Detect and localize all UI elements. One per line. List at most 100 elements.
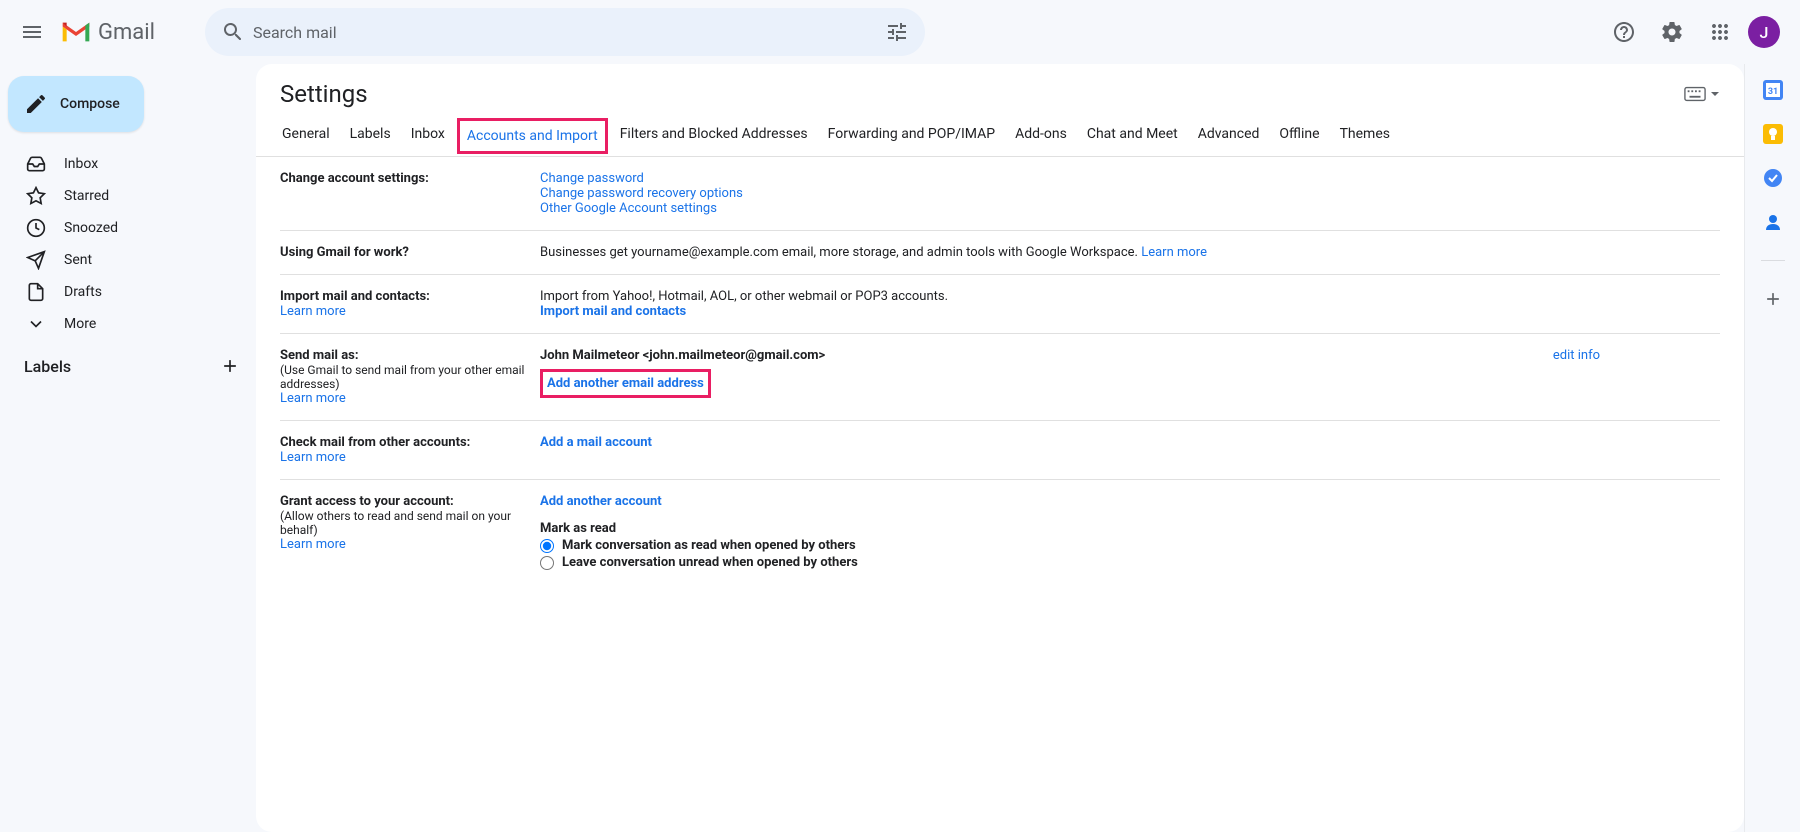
change-recovery-link[interactable]: Change password recovery options — [540, 186, 743, 201]
search-options-button[interactable] — [877, 12, 917, 52]
send-as-identity: John Mailmeteor <john.mailmeteor@gmail.c… — [540, 348, 825, 363]
nav-label: Snoozed — [64, 220, 118, 236]
page-title: Settings — [280, 80, 368, 108]
search-icon — [221, 20, 245, 44]
section-desc: (Use Gmail to send mail from your other … — [280, 363, 540, 391]
draft-icon — [26, 282, 46, 302]
gmail-logo-text: Gmail — [98, 20, 155, 45]
add-another-account-link[interactable]: Add another account — [540, 494, 662, 509]
keyboard-icon — [1684, 86, 1706, 102]
settings-tabs: General Labels Inbox Accounts and Import… — [256, 116, 1744, 157]
sidebar-item-drafts[interactable]: Drafts — [0, 276, 256, 308]
contacts-app-icon[interactable] — [1763, 212, 1783, 232]
chevron-down-icon — [26, 314, 46, 334]
tab-addons[interactable]: Add-ons — [1005, 116, 1077, 156]
sidebar-item-inbox[interactable]: Inbox — [0, 148, 256, 180]
settings-button[interactable] — [1652, 12, 1692, 52]
search-button[interactable] — [213, 12, 253, 52]
calendar-app-icon[interactable]: 31 — [1763, 80, 1783, 100]
sidebar-item-snoozed[interactable]: Snoozed — [0, 212, 256, 244]
section-check-mail: Check mail from other accounts: Learn mo… — [280, 421, 1720, 480]
inbox-icon — [26, 154, 46, 174]
radio-leave-unread[interactable] — [540, 556, 554, 570]
sidebar-item-more[interactable]: More — [0, 308, 256, 340]
compose-button[interactable]: Compose — [8, 76, 144, 132]
main-menu-button[interactable] — [8, 8, 56, 56]
add-label-button[interactable] — [220, 356, 240, 376]
section-title: Grant access to your account: — [280, 494, 540, 509]
learn-more-link[interactable]: Learn more — [280, 304, 346, 319]
send-icon — [26, 250, 46, 270]
section-send-mail-as: Send mail as: (Use Gmail to send mail fr… — [280, 334, 1720, 421]
section-using-work: Using Gmail for work? Businesses get you… — [280, 231, 1720, 275]
section-title: Using Gmail for work? — [280, 245, 540, 260]
learn-more-link[interactable]: Learn more — [280, 450, 346, 465]
nav-label: Drafts — [64, 284, 102, 300]
tab-themes[interactable]: Themes — [1330, 116, 1400, 156]
section-title: Send mail as: — [280, 348, 540, 363]
pencil-icon — [24, 92, 48, 116]
radio-label: Leave conversation unread when opened by… — [562, 555, 858, 570]
compose-label: Compose — [60, 96, 120, 112]
section-import-mail: Import mail and contacts: Learn more Imp… — [280, 275, 1720, 334]
tune-icon — [885, 20, 909, 44]
support-button[interactable] — [1604, 12, 1644, 52]
section-grant-access: Grant access to your account: (Allow oth… — [280, 480, 1720, 586]
side-panel-divider — [1761, 260, 1785, 261]
tab-accounts-import[interactable]: Accounts and Import — [457, 118, 608, 154]
tab-labels[interactable]: Labels — [340, 116, 401, 156]
section-title: Check mail from other accounts: — [280, 435, 540, 450]
keep-app-icon[interactable] — [1763, 124, 1783, 144]
account-avatar[interactable]: J — [1748, 16, 1780, 48]
chevron-down-icon — [1710, 89, 1720, 99]
section-text: Businesses get yourname@example.com emai… — [540, 245, 1141, 260]
nav-label: Inbox — [64, 156, 98, 172]
tab-advanced[interactable]: Advanced — [1188, 116, 1270, 156]
sidebar-item-sent[interactable]: Sent — [0, 244, 256, 276]
search-input[interactable] — [253, 23, 877, 42]
section-title: Change account settings: — [280, 171, 540, 186]
add-mail-account-link[interactable]: Add a mail account — [540, 435, 652, 450]
input-tools-toggle[interactable] — [1684, 86, 1720, 102]
google-apps-button[interactable] — [1700, 12, 1740, 52]
search-bar[interactable] — [205, 8, 925, 56]
tab-filters[interactable]: Filters and Blocked Addresses — [610, 116, 818, 156]
hamburger-icon — [20, 20, 44, 44]
section-change-account: Change account settings: Change password… — [280, 157, 1720, 231]
tab-general[interactable]: General — [272, 116, 340, 156]
nav-label: More — [64, 316, 96, 332]
nav-label: Sent — [64, 252, 92, 268]
gmail-logo-icon — [60, 20, 92, 44]
radio-mark-read[interactable] — [540, 539, 554, 553]
get-addons-button[interactable] — [1763, 289, 1783, 309]
sidebar-item-starred[interactable]: Starred — [0, 180, 256, 212]
radio-label: Mark conversation as read when opened by… — [562, 538, 856, 553]
learn-more-link[interactable]: Learn more — [280, 391, 346, 406]
edit-info-link[interactable]: edit info — [1553, 348, 1600, 363]
section-title: Import mail and contacts: — [280, 289, 540, 304]
side-panel: 31 — [1744, 64, 1800, 832]
google-account-link[interactable]: Other Google Account settings — [540, 201, 717, 216]
learn-more-link[interactable]: Learn more — [280, 537, 346, 552]
tasks-app-icon[interactable] — [1763, 168, 1783, 188]
mark-as-read-heading: Mark as read — [540, 521, 1720, 536]
tab-offline[interactable]: Offline — [1269, 116, 1329, 156]
import-mail-link[interactable]: Import mail and contacts — [540, 304, 686, 319]
plus-icon — [220, 356, 240, 376]
section-text: Import from Yahoo!, Hotmail, AOL, or oth… — [540, 289, 1720, 304]
learn-more-link[interactable]: Learn more — [1141, 245, 1207, 260]
star-icon — [26, 186, 46, 206]
gear-icon — [1660, 20, 1684, 44]
svg-text:31: 31 — [1767, 87, 1777, 97]
tab-forwarding[interactable]: Forwarding and POP/IMAP — [818, 116, 1005, 156]
gmail-logo[interactable]: Gmail — [60, 20, 155, 45]
labels-heading: Labels — [24, 357, 71, 376]
help-icon — [1612, 20, 1636, 44]
add-email-link[interactable]: Add another email address — [540, 369, 711, 398]
apps-grid-icon — [1708, 20, 1732, 44]
nav-label: Starred — [64, 188, 109, 204]
tab-chat-meet[interactable]: Chat and Meet — [1077, 116, 1188, 156]
tab-inbox[interactable]: Inbox — [401, 116, 455, 156]
section-desc: (Allow others to read and send mail on y… — [280, 509, 540, 537]
change-password-link[interactable]: Change password — [540, 171, 644, 186]
